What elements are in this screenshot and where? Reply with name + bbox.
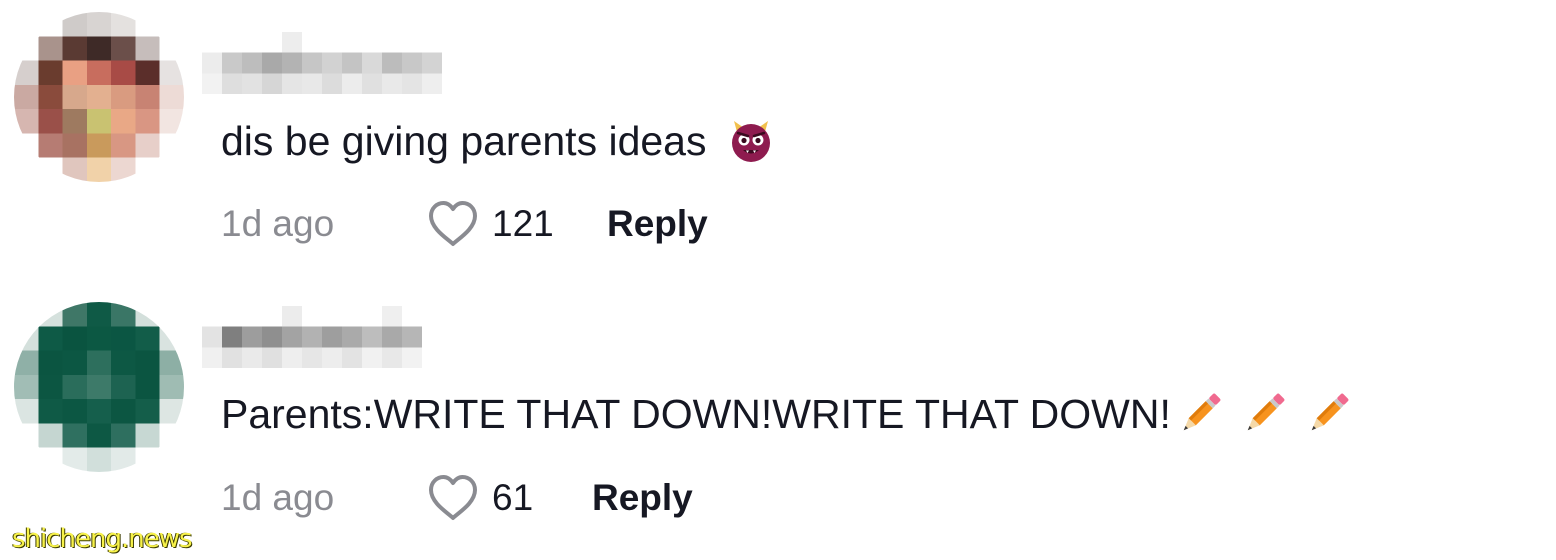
heart-icon[interactable] <box>426 473 480 523</box>
pencil-icon <box>1177 391 1223 437</box>
comment-text: dis be giving parents ideas <box>221 117 774 165</box>
comment-item: Parents:WRITE THAT DOWN!WRITE THAT DOWN! <box>0 280 1556 560</box>
watermark: shicheng.news <box>12 524 193 554</box>
avatar[interactable] <box>14 12 184 182</box>
comment-timestamp: 1d ago <box>221 477 335 518</box>
pencil-emoji-group <box>1175 391 1351 437</box>
comment-text-label: dis be giving parents ideas <box>221 118 707 164</box>
pencil-icon <box>1241 391 1287 437</box>
comment-text: Parents:WRITE THAT DOWN!WRITE THAT DOWN! <box>221 390 1351 438</box>
like-button[interactable]: 121 <box>426 199 607 249</box>
comment-timestamp: 1d ago <box>221 203 335 244</box>
reply-button[interactable]: Reply <box>592 477 693 519</box>
comment-text-label: Parents:WRITE THAT DOWN!WRITE THAT DOWN! <box>221 391 1171 437</box>
comment-meta: 1d ago 61 Reply <box>221 472 693 524</box>
devil-icon <box>728 118 774 164</box>
username-blurred[interactable] <box>202 32 442 94</box>
comment-item: dis be giving parents ideas 1d ago 121 R… <box>0 0 1556 280</box>
like-count: 61 <box>492 477 534 518</box>
comment-meta: 1d ago 121 Reply <box>221 198 708 250</box>
like-button[interactable]: 61 <box>426 473 592 523</box>
pencil-icon <box>1305 391 1351 437</box>
reply-button[interactable]: Reply <box>607 203 708 245</box>
username-blurred[interactable] <box>202 306 442 368</box>
avatar[interactable] <box>14 302 184 472</box>
heart-icon[interactable] <box>426 199 480 249</box>
like-count: 121 <box>492 203 554 244</box>
